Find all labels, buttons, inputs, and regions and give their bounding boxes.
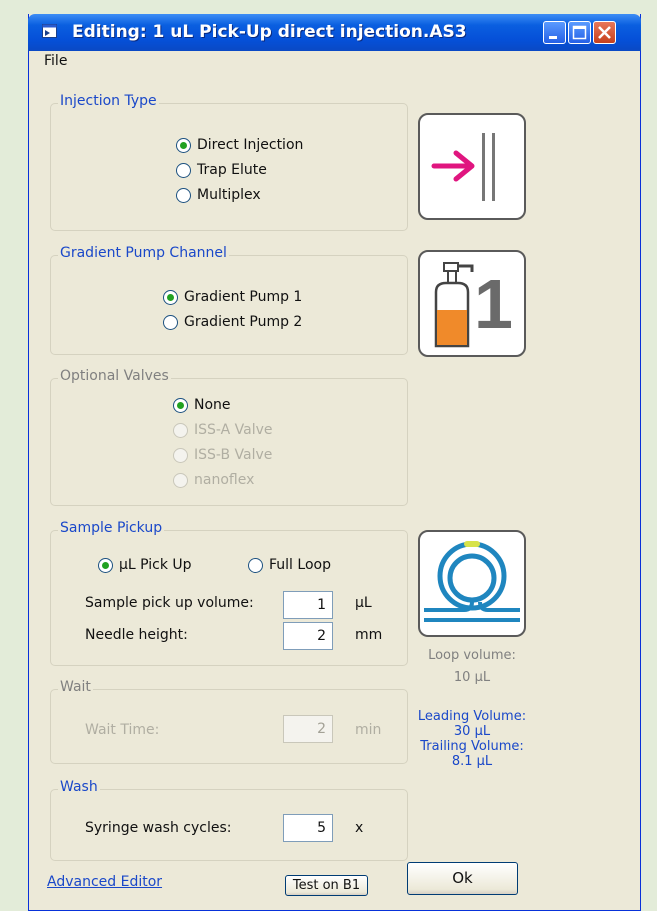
- sample-pickup-label: Sample Pickup: [58, 520, 165, 536]
- pump-number: 1: [474, 265, 513, 343]
- radio-ul-pick-up-label: µL Pick Up: [119, 557, 192, 573]
- trailing-volume-label: Trailing Volume:: [420, 739, 524, 754]
- gradient-pump-group: [50, 255, 408, 355]
- radio-gradient-pump-2[interactable]: Gradient Pump 2: [163, 314, 302, 330]
- wait-time-unit: min: [355, 722, 382, 738]
- radio-full-loop[interactable]: Full Loop: [248, 557, 331, 573]
- wait-time-input: 2: [283, 715, 333, 743]
- radio-disabled-icon: [173, 472, 188, 488]
- loop-volume-value: 10 µL: [453, 670, 491, 685]
- leading-volume-label: Leading Volume:: [417, 709, 527, 724]
- radio-unselected-icon: [163, 314, 178, 330]
- direct-injection-icon: [418, 113, 526, 220]
- wash-cycles-unit: x: [355, 820, 364, 836]
- radio-iss-a-valve: ISS-A Valve: [173, 422, 273, 438]
- wait-time-label: Wait Time:: [85, 722, 160, 738]
- wash-cycles-label: Syringe wash cycles:: [85, 820, 232, 836]
- advanced-editor-link[interactable]: Advanced Editor: [47, 874, 162, 890]
- optional-valves-label: Optional Valves: [58, 368, 171, 384]
- title-bar[interactable]: Editing: 1 uL Pick-Up direct injection.A…: [28, 14, 641, 51]
- trailing-volume-value: 8.1 µL: [451, 754, 493, 769]
- radio-selected-icon: [173, 397, 188, 413]
- radio-unselected-icon: [176, 162, 191, 178]
- wait-label: Wait: [58, 679, 93, 695]
- minimize-icon: [549, 36, 557, 39]
- menu-bar: File: [29, 51, 640, 73]
- radio-nanoflex-label: nanoflex: [194, 472, 255, 488]
- radio-gradient-pump-1[interactable]: Gradient Pump 1: [163, 289, 302, 305]
- radio-gradient-pump-2-label: Gradient Pump 2: [184, 314, 303, 330]
- radio-selected-icon: [163, 289, 178, 305]
- needle-height-input[interactable]: 2: [283, 622, 333, 650]
- radio-direct-injection-label: Direct Injection: [197, 137, 304, 153]
- radio-valve-none-label: None: [194, 397, 231, 413]
- wash-label: Wash: [58, 779, 100, 795]
- sample-volume-unit: µL: [355, 595, 372, 611]
- close-button[interactable]: [593, 21, 616, 44]
- window-app-icon: [42, 24, 57, 38]
- radio-disabled-icon: [173, 422, 188, 438]
- sample-loop-icon: [418, 530, 526, 637]
- needle-height-unit: mm: [355, 627, 383, 643]
- leading-volume-value: 30 µL: [453, 724, 491, 739]
- pump-1-icon: 1: [418, 250, 526, 357]
- test-on-b1-button[interactable]: Test on B1: [285, 875, 368, 896]
- radio-unselected-icon: [176, 187, 191, 203]
- radio-unselected-icon: [248, 557, 263, 573]
- radio-full-loop-label: Full Loop: [269, 557, 331, 573]
- radio-selected-icon: [98, 557, 113, 573]
- menu-file[interactable]: File: [44, 53, 67, 69]
- maximize-icon: [572, 25, 587, 40]
- radio-multiplex-label: Multiplex: [197, 187, 261, 203]
- loop-volume-label: Loop volume:: [428, 648, 516, 663]
- close-icon: [598, 26, 611, 39]
- ok-button[interactable]: Ok: [407, 862, 518, 895]
- sample-volume-label: Sample pick up volume:: [85, 595, 254, 611]
- radio-direct-injection[interactable]: Direct Injection: [176, 137, 303, 153]
- minimize-button[interactable]: [543, 21, 566, 44]
- radio-selected-icon: [176, 137, 191, 153]
- radio-trap-elute-label: Trap Elute: [197, 162, 267, 178]
- radio-ul-pick-up[interactable]: µL Pick Up: [98, 557, 192, 573]
- maximize-button[interactable]: [568, 21, 591, 44]
- radio-iss-b-valve-label: ISS-B Valve: [194, 447, 273, 463]
- gradient-pump-label: Gradient Pump Channel: [58, 245, 229, 261]
- radio-nanoflex: nanoflex: [173, 472, 254, 488]
- needle-height-label: Needle height:: [85, 627, 188, 643]
- radio-iss-b-valve: ISS-B Valve: [173, 447, 272, 463]
- radio-valve-none[interactable]: None: [173, 397, 231, 413]
- wash-cycles-input[interactable]: 5: [283, 814, 333, 842]
- radio-multiplex[interactable]: Multiplex: [176, 187, 261, 203]
- radio-gradient-pump-1-label: Gradient Pump 1: [184, 289, 303, 305]
- radio-iss-a-valve-label: ISS-A Valve: [194, 422, 273, 438]
- sample-volume-input[interactable]: 1: [283, 591, 333, 619]
- window-title: Editing: 1 uL Pick-Up direct injection.A…: [72, 22, 467, 42]
- radio-disabled-icon: [173, 447, 188, 463]
- injection-type-label: Injection Type: [58, 93, 159, 109]
- radio-trap-elute[interactable]: Trap Elute: [176, 162, 267, 178]
